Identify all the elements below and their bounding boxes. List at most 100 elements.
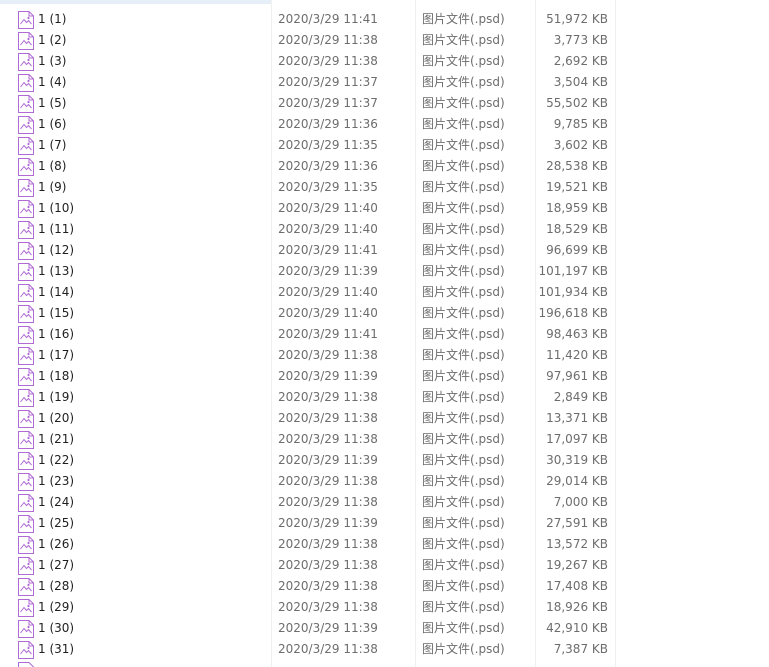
image-file-icon <box>18 452 34 470</box>
file-row[interactable]: 1 (22) 2020/3/29 11:39 图片文件(.psd) 30,319 KB <box>0 450 769 471</box>
file-row[interactable]: 1 (7) 2020/3/29 11:35 图片文件(.psd) 3,602 KB <box>0 135 769 156</box>
file-modified-date: 2020/3/29 11:39 <box>278 369 378 383</box>
file-row[interactable]: 1 (14) 2020/3/29 11:40 图片文件(.psd) 101,934 K… <box>0 282 769 303</box>
file-name[interactable]: 1 (7) <box>38 135 66 156</box>
selection-highlight-strip <box>0 0 271 4</box>
file-row[interactable]: 1 (26) 2020/3/29 11:38 图片文件(.psd) 13,572 KB <box>0 534 769 555</box>
file-name[interactable]: 1 (9) <box>38 177 66 198</box>
file-size: 18,529 KB <box>546 222 608 236</box>
file-name[interactable]: 1 (6) <box>38 114 66 135</box>
file-name[interactable]: 1 (14) <box>38 282 74 303</box>
file-size: 29,014 KB <box>546 474 608 488</box>
file-row[interactable]: 1 (24) 2020/3/29 11:38 图片文件(.psd) 7,000 KB <box>0 492 769 513</box>
file-row-partial[interactable] <box>0 660 769 667</box>
file-row[interactable]: 1 (2) 2020/3/29 11:38 图片文件(.psd) 3,773 KB <box>0 30 769 51</box>
file-name[interactable]: 1 (21) <box>38 429 74 450</box>
file-type: 图片文件(.psd) <box>422 453 505 467</box>
file-row[interactable]: 1 (21) 2020/3/29 11:38 图片文件(.psd) 17,097 KB <box>0 429 769 450</box>
file-row[interactable]: 1 (8) 2020/3/29 11:36 图片文件(.psd) 28,538 KB <box>0 156 769 177</box>
file-row[interactable]: 1 (5) 2020/3/29 11:37 图片文件(.psd) 55,502 KB <box>0 93 769 114</box>
file-name[interactable]: 1 (5) <box>38 93 66 114</box>
file-name[interactable]: 1 (18) <box>38 366 74 387</box>
image-file-icon <box>18 158 34 176</box>
file-modified-date: 2020/3/29 11:38 <box>278 537 378 551</box>
file-size: 27,591 KB <box>546 516 608 530</box>
file-row[interactable]: 1 (13) 2020/3/29 11:39 图片文件(.psd) 101,197 K… <box>0 261 769 282</box>
file-row[interactable]: 1 (29) 2020/3/29 11:38 图片文件(.psd) 18,926 KB <box>0 597 769 618</box>
file-type: 图片文件(.psd) <box>422 12 505 26</box>
image-file-icon <box>18 494 34 512</box>
file-name[interactable]: 1 (23) <box>38 471 74 492</box>
file-modified-date: 2020/3/29 11:38 <box>278 558 378 572</box>
file-type: 图片文件(.psd) <box>422 390 505 404</box>
file-row[interactable]: 1 (17) 2020/3/29 11:38 图片文件(.psd) 11,420 KB <box>0 345 769 366</box>
file-name[interactable]: 1 (19) <box>38 387 74 408</box>
file-name[interactable]: 1 (30) <box>38 618 74 639</box>
file-modified-date: 2020/3/29 11:39 <box>278 264 378 278</box>
image-file-icon <box>18 74 34 92</box>
file-name[interactable]: 1 (31) <box>38 639 74 660</box>
file-row[interactable]: 1 (6) 2020/3/29 11:36 图片文件(.psd) 9,785 KB <box>0 114 769 135</box>
file-row[interactable]: 1 (23) 2020/3/29 11:38 图片文件(.psd) 29,014 KB <box>0 471 769 492</box>
file-row[interactable]: 1 (16) 2020/3/29 11:41 图片文件(.psd) 98,463 KB <box>0 324 769 345</box>
file-size: 42,910 KB <box>546 621 608 635</box>
image-file-icon <box>18 515 34 533</box>
image-file-icon <box>18 95 34 113</box>
file-type: 图片文件(.psd) <box>422 285 505 299</box>
file-name[interactable]: 1 (20) <box>38 408 74 429</box>
file-name[interactable]: 1 (22) <box>38 450 74 471</box>
file-size: 19,267 KB <box>546 558 608 572</box>
file-row[interactable]: 1 (12) 2020/3/29 11:41 图片文件(.psd) 96,699 KB <box>0 240 769 261</box>
image-file-icon <box>18 137 34 155</box>
file-type: 图片文件(.psd) <box>422 306 505 320</box>
file-name[interactable]: 1 (8) <box>38 156 66 177</box>
file-type: 图片文件(.psd) <box>422 117 505 131</box>
file-name[interactable]: 1 (4) <box>38 72 66 93</box>
file-name[interactable]: 1 (16) <box>38 324 74 345</box>
file-name[interactable]: 1 (29) <box>38 597 74 618</box>
file-name[interactable]: 1 (1) <box>38 9 66 30</box>
file-row[interactable]: 1 (1) 2020/3/29 11:41 图片文件(.psd) 51,972 KB <box>0 9 769 30</box>
file-row[interactable]: 1 (19) 2020/3/29 11:38 图片文件(.psd) 2,849 KB <box>0 387 769 408</box>
file-row[interactable]: 1 (15) 2020/3/29 11:40 图片文件(.psd) 196,618 K… <box>0 303 769 324</box>
image-file-icon <box>18 578 34 596</box>
file-modified-date: 2020/3/29 11:38 <box>278 411 378 425</box>
file-row[interactable]: 1 (20) 2020/3/29 11:38 图片文件(.psd) 13,371 KB <box>0 408 769 429</box>
file-name[interactable]: 1 (13) <box>38 261 74 282</box>
file-row[interactable]: 1 (30) 2020/3/29 11:39 图片文件(.psd) 42,910 KB <box>0 618 769 639</box>
file-name[interactable]: 1 (2) <box>38 30 66 51</box>
image-file-icon <box>18 305 34 323</box>
file-type: 图片文件(.psd) <box>422 180 505 194</box>
file-name[interactable]: 1 (17) <box>38 345 74 366</box>
file-row[interactable]: 1 (10) 2020/3/29 11:40 图片文件(.psd) 18,959 KB <box>0 198 769 219</box>
file-size: 13,371 KB <box>546 411 608 425</box>
file-row[interactable]: 1 (9) 2020/3/29 11:35 图片文件(.psd) 19,521 KB <box>0 177 769 198</box>
file-name[interactable]: 1 (28) <box>38 576 74 597</box>
file-name[interactable]: 1 (15) <box>38 303 74 324</box>
file-type: 图片文件(.psd) <box>422 642 505 656</box>
file-size: 13,572 KB <box>546 537 608 551</box>
file-size: 17,097 KB <box>546 432 608 446</box>
file-type: 图片文件(.psd) <box>422 54 505 68</box>
file-row[interactable]: 1 (4) 2020/3/29 11:37 图片文件(.psd) 3,504 KB <box>0 72 769 93</box>
file-row[interactable]: 1 (11) 2020/3/29 11:40 图片文件(.psd) 18,529 KB <box>0 219 769 240</box>
file-row[interactable]: 1 (3) 2020/3/29 11:38 图片文件(.psd) 2,692 KB <box>0 51 769 72</box>
file-type: 图片文件(.psd) <box>422 75 505 89</box>
file-name[interactable]: 1 (10) <box>38 198 74 219</box>
file-type: 图片文件(.psd) <box>422 579 505 593</box>
file-name[interactable]: 1 (24) <box>38 492 74 513</box>
file-name[interactable]: 1 (3) <box>38 51 66 72</box>
file-row[interactable]: 1 (25) 2020/3/29 11:39 图片文件(.psd) 27,591 KB <box>0 513 769 534</box>
file-name[interactable]: 1 (11) <box>38 219 74 240</box>
file-type: 图片文件(.psd) <box>422 264 505 278</box>
file-name[interactable]: 1 (27) <box>38 555 74 576</box>
file-modified-date: 2020/3/29 11:37 <box>278 96 378 110</box>
file-row[interactable]: 1 (27) 2020/3/29 11:38 图片文件(.psd) 19,267 KB <box>0 555 769 576</box>
file-name[interactable]: 1 (12) <box>38 240 74 261</box>
file-name[interactable]: 1 (25) <box>38 513 74 534</box>
image-file-icon <box>18 641 34 659</box>
file-name[interactable]: 1 (26) <box>38 534 74 555</box>
file-row[interactable]: 1 (28) 2020/3/29 11:38 图片文件(.psd) 17,408 KB <box>0 576 769 597</box>
file-row[interactable]: 1 (31) 2020/3/29 11:38 图片文件(.psd) 7,387 KB <box>0 639 769 660</box>
file-row[interactable]: 1 (18) 2020/3/29 11:39 图片文件(.psd) 97,961 KB <box>0 366 769 387</box>
